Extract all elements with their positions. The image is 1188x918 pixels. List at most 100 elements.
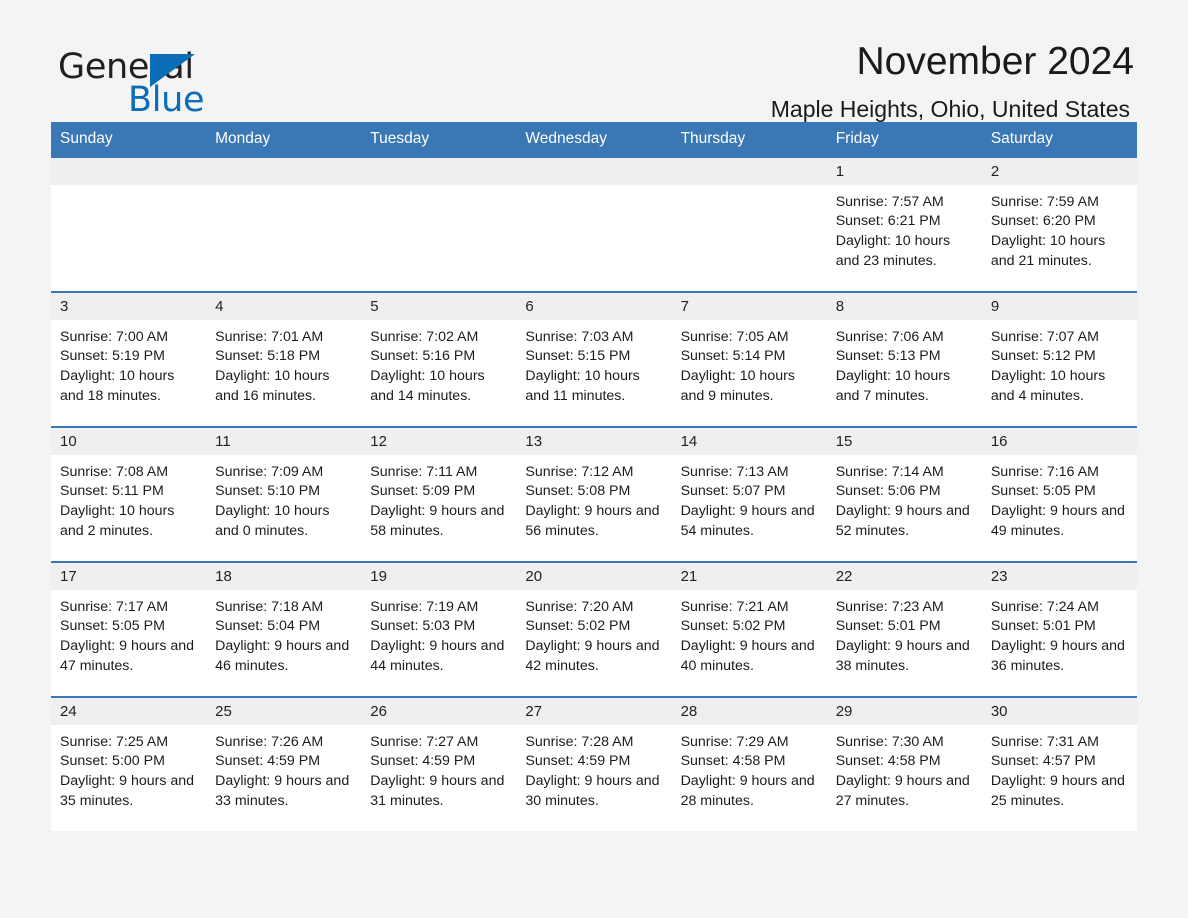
day-number: 9 [981,292,1137,320]
day-number [671,157,827,185]
day-details: Sunrise: 7:11 AM Sunset: 5:09 PM Daylight:… [361,455,516,542]
day-cell[interactable]: 11 Sunrise: 7:09 AM Sunset: 5:10 PM Dayligh… [206,427,362,561]
weekday-header-wednesday: Wednesday [525,130,607,147]
daylight-text: Daylight: 9 hours and 38 minutes. [835,638,970,674]
sunset-text: Sunset: 4:58 PM [680,753,786,770]
day-number: 14 [671,427,827,455]
day-number [51,157,207,185]
day-cell[interactable]: 20 Sunrise: 7:20 AM Sunset: 5:02 PM Dayligh… [516,562,672,696]
day-number: 17 [51,562,207,590]
day-details: Sunrise: 7:01 AM Sunset: 5:18 PM Daylight:… [206,320,361,407]
calendar-week-row: 1 Sunrise: 7:57 AM Sunset: 6:21 PM Daylight… [51,157,1137,291]
day-cell-empty [206,157,362,291]
day-cell[interactable]: 12 Sunrise: 7:11 AM Sunset: 5:09 PM Dayligh… [361,427,517,561]
day-number: 10 [51,427,207,455]
daylight-text: Daylight: 9 hours and 40 minutes. [680,638,815,674]
day-number: 3 [51,292,207,320]
day-cell[interactable]: 9 Sunrise: 7:07 AM Sunset: 5:12 PM Daylight… [981,292,1137,426]
day-cell[interactable]: 18 Sunrise: 7:18 AM Sunset: 5:04 PM Dayligh… [206,562,362,696]
day-cell[interactable]: 1 Sunrise: 7:57 AM Sunset: 6:21 PM Daylight… [826,157,982,291]
sunrise-text: Sunrise: 7:07 AM [990,328,1099,345]
day-cell[interactable]: 2 Sunrise: 7:59 AM Sunset: 6:20 PM Daylight… [981,157,1137,291]
sunrise-text: Sunrise: 7:06 AM [835,328,944,345]
sunrise-text: Sunrise: 7:23 AM [835,598,944,615]
sunrise-text: Sunrise: 7:18 AM [215,598,324,615]
day-cell[interactable]: 30 Sunrise: 7:31 AM Sunset: 4:57 PM Dayligh… [981,697,1137,831]
day-details: Sunrise: 7:18 AM Sunset: 5:04 PM Daylight:… [206,590,361,677]
calendar-grid: Sunday Monday Tuesday Wednesday Thursday… [51,122,1137,831]
weekday-header-tuesday: Tuesday [370,130,430,147]
sunrise-text: Sunrise: 7:26 AM [215,733,324,750]
sunrise-text: Sunrise: 7:08 AM [60,463,169,480]
daylight-text: Daylight: 10 hours and 7 minutes. [835,368,951,404]
day-details: Sunrise: 7:07 AM Sunset: 5:12 PM Daylight:… [982,320,1137,407]
day-number: 4 [206,292,362,320]
day-details: Sunrise: 7:19 AM Sunset: 5:03 PM Daylight:… [361,590,516,677]
sunrise-text: Sunrise: 7:05 AM [680,328,789,345]
sunrise-text: Sunrise: 7:57 AM [835,193,944,210]
day-number: 15 [826,427,982,455]
day-number: 8 [826,292,982,320]
day-cell[interactable]: 19 Sunrise: 7:19 AM Sunset: 5:03 PM Dayligh… [361,562,517,696]
sunrise-text: Sunrise: 7:29 AM [680,733,789,750]
sunrise-text: Sunrise: 7:12 AM [525,463,634,480]
sunrise-text: Sunrise: 7:00 AM [60,328,169,345]
day-cell[interactable]: 25 Sunrise: 7:26 AM Sunset: 4:59 PM Dayligh… [206,697,362,831]
day-cell[interactable]: 29 Sunrise: 7:30 AM Sunset: 4:58 PM Dayligh… [826,697,982,831]
day-cell[interactable]: 4 Sunrise: 7:01 AM Sunset: 5:18 PM Daylight… [206,292,362,426]
day-number: 21 [671,562,827,590]
day-number: 26 [361,697,517,725]
calendar-week-row: 10 Sunrise: 7:08 AM Sunset: 5:11 PM Dayligh… [51,425,1137,561]
daylight-text: Daylight: 10 hours and 23 minutes. [835,233,951,269]
day-cell[interactable]: 16 Sunrise: 7:16 AM Sunset: 5:05 PM Dayligh… [981,427,1137,561]
day-cell[interactable]: 8 Sunrise: 7:06 AM Sunset: 5:13 PM Daylight… [826,292,982,426]
day-details: Sunrise: 7:30 AM Sunset: 4:58 PM Daylight:… [827,725,982,812]
day-cell[interactable]: 26 Sunrise: 7:27 AM Sunset: 4:59 PM Dayligh… [361,697,517,831]
daylight-text: Daylight: 9 hours and 46 minutes. [215,638,350,674]
daylight-text: Daylight: 9 hours and 56 minutes. [525,503,660,539]
daylight-text: Daylight: 10 hours and 9 minutes. [680,368,795,404]
daylight-text: Daylight: 9 hours and 25 minutes. [990,773,1125,809]
day-cell[interactable]: 7 Sunrise: 7:05 AM Sunset: 5:14 PM Daylight… [671,292,827,426]
day-number: 16 [981,427,1137,455]
day-cell[interactable]: 23 Sunrise: 7:24 AM Sunset: 5:01 PM Dayligh… [981,562,1137,696]
day-cell[interactable]: 14 Sunrise: 7:13 AM Sunset: 5:07 PM Dayligh… [671,427,827,561]
day-details: Sunrise: 7:21 AM Sunset: 5:02 PM Daylight:… [672,590,827,677]
daylight-text: Daylight: 9 hours and 30 minutes. [525,773,660,809]
sunset-text: Sunset: 6:20 PM [990,213,1096,230]
day-cell[interactable]: 6 Sunrise: 7:03 AM Sunset: 5:15 PM Daylight… [516,292,672,426]
day-cell[interactable]: 5 Sunrise: 7:02 AM Sunset: 5:16 PM Daylight… [361,292,517,426]
day-cell[interactable]: 10 Sunrise: 7:08 AM Sunset: 5:11 PM Dayligh… [51,427,207,561]
day-number: 2 [981,157,1137,185]
day-cell[interactable]: 22 Sunrise: 7:23 AM Sunset: 5:01 PM Dayligh… [826,562,982,696]
daylight-text: Daylight: 9 hours and 44 minutes. [370,638,505,674]
day-cell[interactable]: 13 Sunrise: 7:12 AM Sunset: 5:08 PM Dayligh… [516,427,672,561]
sunrise-text: Sunrise: 7:59 AM [990,193,1099,210]
day-cell[interactable]: 28 Sunrise: 7:29 AM Sunset: 4:58 PM Dayligh… [671,697,827,831]
day-cell[interactable]: 21 Sunrise: 7:21 AM Sunset: 5:02 PM Dayligh… [671,562,827,696]
day-cell[interactable]: 15 Sunrise: 7:14 AM Sunset: 5:06 PM Dayligh… [826,427,982,561]
daylight-text: Daylight: 10 hours and 16 minutes. [215,368,330,404]
daylight-text: Daylight: 9 hours and 31 minutes. [370,773,505,809]
sunset-text: Sunset: 5:01 PM [835,618,941,635]
day-number: 11 [206,427,362,455]
sunset-text: Sunset: 5:00 PM [60,753,165,770]
logo-text-blue: Blue [128,80,205,120]
daylight-text: Daylight: 9 hours and 58 minutes. [370,503,505,539]
day-number: 19 [361,562,517,590]
sunrise-text: Sunrise: 7:30 AM [835,733,944,750]
day-cell[interactable]: 3 Sunrise: 7:00 AM Sunset: 5:19 PM Daylight… [51,292,207,426]
day-cell-empty [51,157,207,291]
day-cell[interactable]: 27 Sunrise: 7:28 AM Sunset: 4:59 PM Dayligh… [516,697,672,831]
sunrise-text: Sunrise: 7:25 AM [60,733,169,750]
daylight-text: Daylight: 9 hours and 35 minutes. [60,773,195,809]
day-cell[interactable]: 17 Sunrise: 7:17 AM Sunset: 5:05 PM Dayligh… [51,562,207,696]
day-cell[interactable]: 24 Sunrise: 7:25 AM Sunset: 5:00 PM Dayligh… [51,697,207,831]
daylight-text: Daylight: 10 hours and 2 minutes. [60,503,175,539]
generalblue-logo[interactable]: General Blue [58,50,288,122]
sunset-text: Sunset: 5:07 PM [680,483,786,500]
weekday-header-saturday: Saturday [990,130,1053,147]
day-number [516,157,672,185]
daylight-text: Daylight: 9 hours and 52 minutes. [835,503,970,539]
day-details: Sunrise: 7:00 AM Sunset: 5:19 PM Daylight:… [51,320,206,407]
